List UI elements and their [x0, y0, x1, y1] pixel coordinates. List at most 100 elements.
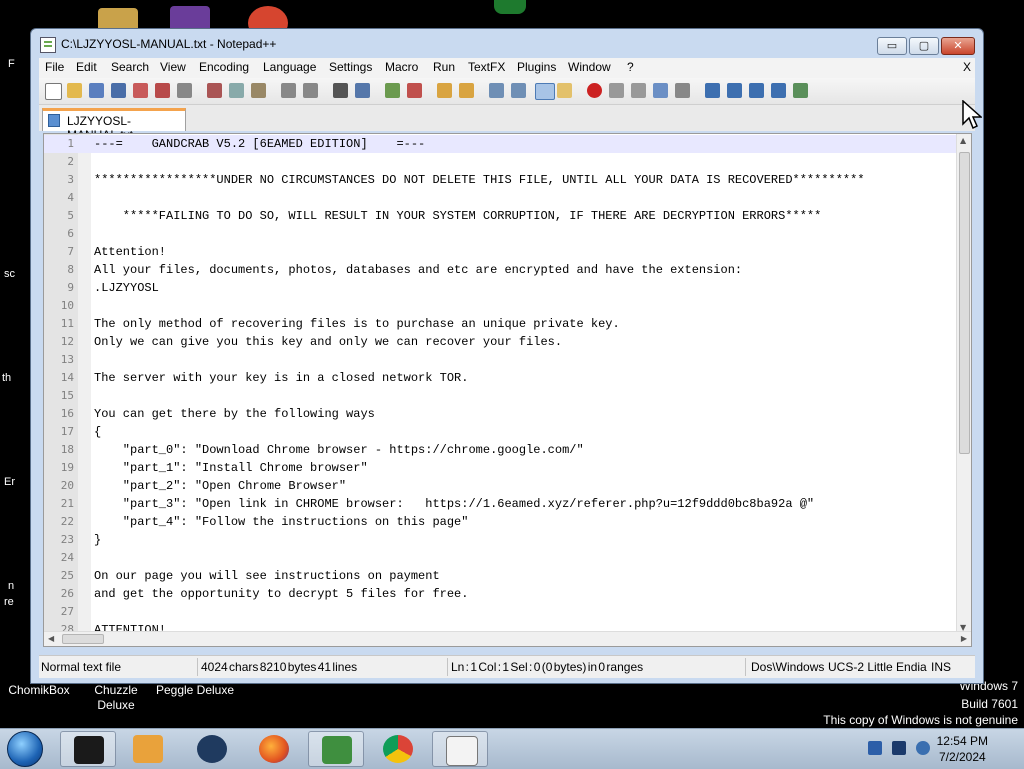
editor-line[interactable]: 22 "part_4": "Follow the instructions on… [44, 513, 957, 531]
menu-language[interactable]: Language [263, 60, 316, 74]
undo-icon[interactable] [281, 83, 296, 98]
play-macro-icon[interactable] [631, 83, 646, 98]
record-macro-icon[interactable] [587, 83, 602, 98]
taskbar-app-people[interactable] [308, 731, 364, 767]
doc-map-icon[interactable] [557, 83, 572, 98]
editor-line[interactable]: 16 You can get there by the following way… [44, 405, 957, 423]
cut-icon[interactable] [207, 83, 222, 98]
arrow-down-icon[interactable] [749, 83, 764, 98]
minimize-button[interactable]: ▭ [877, 37, 907, 55]
tab-ljzyyosl-manual[interactable]: LJZYYOSL-MANUAL.txt [42, 108, 186, 142]
collapse-icon[interactable] [771, 83, 786, 98]
editor-line[interactable]: 19 "part_1": "Install Chrome browser" [44, 459, 957, 477]
editor-line[interactable]: 17 { [44, 423, 957, 441]
sort-icon[interactable] [705, 83, 720, 98]
zoom-out-icon[interactable] [407, 83, 422, 98]
close-button[interactable]: ✕ [941, 37, 975, 55]
menu-textfx[interactable]: TextFX [468, 60, 505, 74]
text-editor[interactable]: 1 ---= GANDCRAB V5.2 [6EAMED EDITION] =--… [43, 133, 972, 647]
menu-search[interactable]: Search [111, 60, 149, 74]
editor-line[interactable]: 5 *****FAILING TO DO SO, WILL RESULT IN … [44, 207, 957, 225]
paste-icon[interactable] [251, 83, 266, 98]
copy-icon[interactable] [229, 83, 244, 98]
editor-line[interactable]: 15 [44, 387, 957, 405]
save-icon[interactable] [89, 83, 104, 98]
tray-network-icon[interactable] [868, 741, 882, 755]
editor-line[interactable]: 23} [44, 531, 957, 549]
editor-line[interactable]: 2 [44, 153, 957, 171]
stop-macro-icon[interactable] [609, 83, 624, 98]
horizontal-scrollbar[interactable]: ◀ ▶ [44, 631, 971, 646]
close-document-button[interactable]: X [963, 60, 971, 74]
tray-display-icon[interactable] [892, 741, 906, 755]
menu-window[interactable]: Window [568, 60, 611, 74]
editor-line[interactable]: 11 The only method of recovering files is… [44, 315, 957, 333]
spell-check-icon[interactable] [793, 83, 808, 98]
editor-line[interactable]: 24 [44, 549, 957, 567]
run-macro-multiple-icon[interactable] [653, 83, 668, 98]
sync-v-icon[interactable] [437, 83, 452, 98]
start-button[interactable] [7, 731, 43, 767]
editor-line[interactable]: 8 All your files, documents, photos, data… [44, 261, 957, 279]
vertical-scroll-thumb[interactable] [959, 152, 970, 454]
save-macro-icon[interactable] [675, 83, 690, 98]
editor-line[interactable]: 3 *****************UNDER NO CIRCUMSTANCES… [44, 171, 957, 189]
scroll-left-icon[interactable]: ◀ [48, 634, 54, 643]
taskbar-app-firefox[interactable] [246, 731, 302, 767]
close-all-icon[interactable] [155, 83, 170, 98]
desktop-icon-label-chomikbox[interactable]: ChomikBox [4, 683, 74, 698]
print-icon[interactable] [177, 83, 192, 98]
vertical-scrollbar[interactable]: ▲ ▼ [956, 134, 971, 634]
taskbar-app-terminal[interactable] [60, 731, 116, 767]
menu-encoding[interactable]: Encoding [199, 60, 249, 74]
menu-run[interactable]: Run [433, 60, 455, 74]
menu-file[interactable]: File [45, 60, 64, 74]
menu-macro[interactable]: Macro [385, 60, 418, 74]
desktop-icon-label-chuzzle[interactable]: Chuzzle Deluxe [84, 683, 148, 713]
menu-help[interactable]: ? [627, 60, 634, 74]
editor-line[interactable]: 13 [44, 351, 957, 369]
editor-line[interactable]: 10 [44, 297, 957, 315]
menu-plugins[interactable]: Plugins [517, 60, 556, 74]
word-wrap-icon[interactable] [489, 83, 504, 98]
show-all-chars-icon[interactable] [511, 83, 526, 98]
editor-line[interactable]: 1 ---= GANDCRAB V5.2 [6EAMED EDITION] =--… [44, 135, 957, 153]
editor-line[interactable]: 27 [44, 603, 957, 621]
tray-volume-icon[interactable] [916, 741, 930, 755]
editor-line[interactable]: 14 The server with your key is in a close… [44, 369, 957, 387]
close-file-icon[interactable] [133, 83, 148, 98]
find-icon[interactable] [333, 83, 348, 98]
editor-line[interactable]: 18 "part_0": "Download Chrome browser - … [44, 441, 957, 459]
maximize-button[interactable]: ▢ [909, 37, 939, 55]
taskbar-app-game[interactable] [184, 731, 240, 767]
editor-line[interactable]: 25 On our page you will see instructions … [44, 567, 957, 585]
desktop-icon-green[interactable] [494, 0, 526, 14]
scroll-up-icon[interactable]: ▲ [960, 136, 966, 145]
save-all-icon[interactable] [111, 83, 126, 98]
open-file-icon[interactable] [67, 83, 82, 98]
taskbar-app-notepad-plus-plus[interactable] [432, 731, 488, 767]
taskbar-app-media-player[interactable] [120, 731, 176, 767]
menu-edit[interactable]: Edit [76, 60, 97, 74]
sync-h-icon[interactable] [459, 83, 474, 98]
replace-icon[interactable] [355, 83, 370, 98]
editor-line[interactable]: 20 "part_2": "Open Chrome Browser" [44, 477, 957, 495]
arrow-up-icon[interactable] [727, 83, 742, 98]
new-file-icon[interactable] [45, 83, 62, 100]
desktop-icon-label-peggle[interactable]: Peggle Deluxe [152, 683, 238, 698]
editor-line[interactable]: 9 .LJZYYOSL [44, 279, 957, 297]
horizontal-scroll-thumb[interactable] [62, 634, 104, 644]
zoom-in-icon[interactable] [385, 83, 400, 98]
taskbar-app-chrome[interactable] [370, 731, 426, 767]
redo-icon[interactable] [303, 83, 318, 98]
menu-view[interactable]: View [160, 60, 186, 74]
editor-line[interactable]: 7 Attention! [44, 243, 957, 261]
taskbar-clock[interactable]: 12:54 PM 7/2/2024 [937, 733, 988, 765]
editor-line[interactable]: 26 and get the opportunity to decrypt 5 f… [44, 585, 957, 603]
menu-settings[interactable]: Settings [329, 60, 372, 74]
editor-line[interactable]: 12 Only we can give you this key and only… [44, 333, 957, 351]
scroll-right-icon[interactable]: ▶ [961, 634, 967, 643]
editor-line[interactable]: 4 [44, 189, 957, 207]
editor-line[interactable]: 21 "part_3": "Open link in CHROME browse… [44, 495, 957, 513]
editor-line[interactable]: 6 [44, 225, 957, 243]
